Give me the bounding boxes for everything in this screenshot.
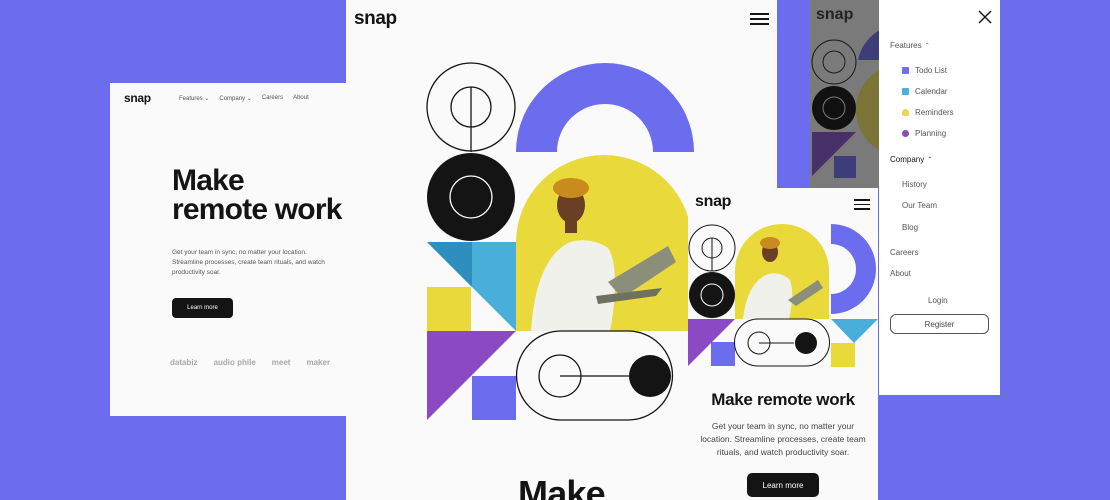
menu-features[interactable]: Features ⌃ (890, 41, 930, 50)
menu-item-todo-list[interactable]: Todo List (902, 66, 947, 75)
menu-item-history[interactable]: History (902, 180, 927, 189)
menu-about[interactable]: About (890, 269, 911, 278)
nav-about[interactable]: About (293, 95, 309, 102)
client-logo-maker: maker (306, 358, 331, 367)
mobile-subtext: Get your team in sync, no matter your lo… (700, 421, 866, 457)
client-logos: databiz audio phile meet maker (170, 358, 330, 367)
menu-item-blog[interactable]: Blog (902, 223, 918, 232)
desktop-nav: Features ⌄ Company ⌄ Careers About (179, 95, 309, 102)
mobile-headline: Make remote work (711, 390, 855, 409)
menu-item-reminders[interactable]: Reminders (902, 108, 954, 117)
menu-company[interactable]: Company ⌃ (890, 155, 932, 164)
menu-careers[interactable]: Careers (890, 248, 918, 257)
chevron-up-icon: ⌃ (927, 157, 933, 163)
nav-company[interactable]: Company ⌄ (219, 95, 251, 102)
desktop-preview: snap Features ⌄ Company ⌄ Careers About … (110, 83, 346, 416)
chevron-up-icon: ⌃ (924, 43, 930, 49)
menu-overlay-backdrop[interactable]: snap (810, 0, 880, 188)
tablet-headline: Make (518, 473, 606, 500)
hero-subtext: Get your team in sync, no matter your lo… (172, 249, 325, 276)
register-button[interactable]: Register (890, 314, 989, 334)
calendar-icon (902, 88, 909, 95)
client-logo-audiophile: audio phile (213, 358, 256, 367)
close-icon[interactable] (978, 10, 992, 24)
mobile-preview: snap Make remote work Get your team in s… (688, 188, 878, 500)
planning-icon (902, 130, 909, 137)
reminders-icon (902, 109, 909, 116)
menu-item-planning[interactable]: Planning (902, 129, 946, 138)
mobile-hero-illustration (688, 224, 878, 367)
mobile-menu-panel: Features ⌃ Todo List Calendar Reminders P… (879, 0, 1000, 395)
hero-headline: Make remote work (172, 164, 342, 226)
nav-careers[interactable]: Careers (262, 95, 283, 102)
brand-logo[interactable]: snap (124, 91, 151, 105)
menu-item-our-team[interactable]: Our Team (902, 201, 937, 210)
todo-icon (902, 67, 909, 74)
nav-features[interactable]: Features ⌄ (179, 95, 209, 102)
learn-more-button[interactable]: Learn more (747, 473, 819, 497)
client-logo-meet: meet (271, 358, 291, 367)
login-link[interactable]: Login (928, 296, 948, 305)
client-logo-databiz: databiz (170, 358, 198, 367)
learn-more-button[interactable]: Learn more (172, 298, 233, 318)
menu-item-calendar[interactable]: Calendar (902, 87, 947, 96)
